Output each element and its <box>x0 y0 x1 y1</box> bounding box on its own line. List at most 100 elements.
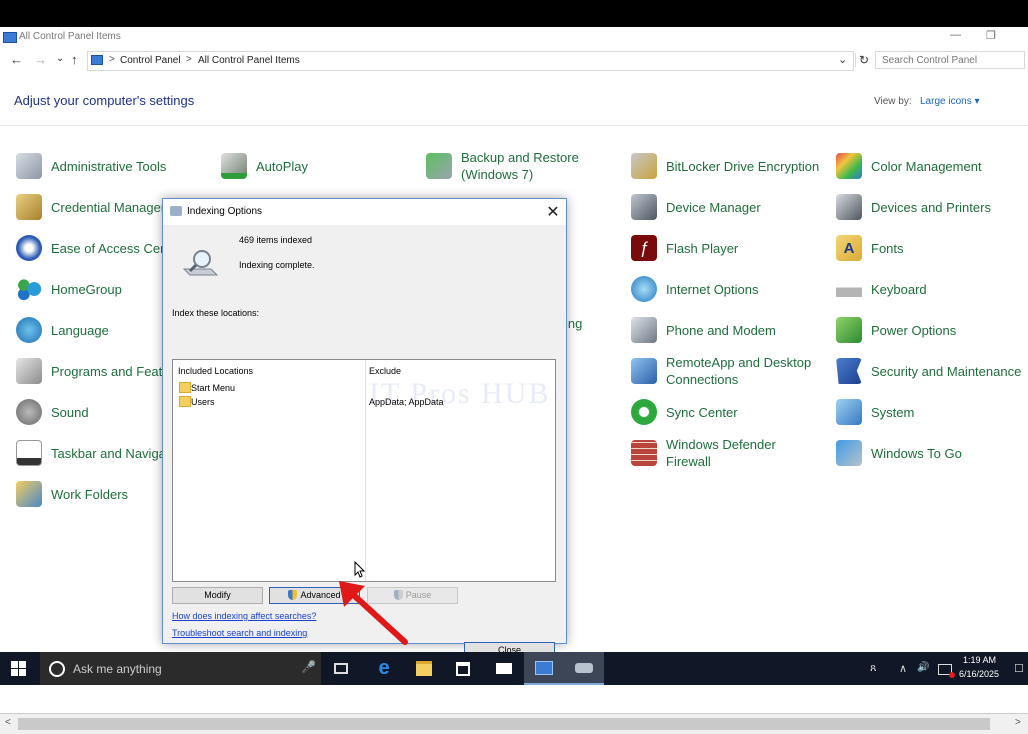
item-label: Flash Player <box>666 240 739 256</box>
item-security-maintenance[interactable]: Security and Maintenance <box>836 354 1021 388</box>
how-indexing-link[interactable]: How does indexing affect searches? <box>172 611 316 621</box>
volume-icon[interactable]: 🔊 <box>917 662 929 673</box>
breadcrumb-all-items[interactable]: All Control Panel Items <box>198 55 300 66</box>
microphone-icon[interactable]: 🎤 <box>301 660 316 674</box>
breadcrumb-control-panel[interactable]: Control Panel <box>120 55 181 66</box>
power-options-icon <box>836 317 862 343</box>
item-windows-to-go[interactable]: Windows To Go <box>836 436 962 470</box>
item-indexing-options-partial[interactable]: ing <box>565 315 582 332</box>
location-name[interactable]: Users <box>191 397 215 407</box>
device-manager-icon <box>631 194 657 220</box>
item-label: System <box>871 404 915 420</box>
modify-button[interactable]: Modify <box>172 587 263 604</box>
horizontal-scrollbar[interactable]: < > <box>0 713 1028 734</box>
red-arrow-annotation <box>339 581 408 645</box>
breadcrumb-separator: > <box>109 54 115 65</box>
restore-button[interactable]: ❐ <box>986 29 996 42</box>
view-by-dropdown[interactable]: Large icons ▾ <box>920 96 980 107</box>
edge-browser-icon[interactable]: e <box>364 652 404 685</box>
item-language[interactable]: Language <box>16 313 109 347</box>
item-sound[interactable]: Sound <box>16 395 89 429</box>
windows-start-icon[interactable] <box>11 661 27 677</box>
windows-to-go-icon <box>836 440 862 466</box>
item-flash-player[interactable]: ƒ Flash Player <box>631 231 738 265</box>
minimize-button[interactable]: — <box>950 29 961 41</box>
item-power-options[interactable]: Power Options <box>836 313 956 347</box>
control-panel-app-icon <box>3 32 17 43</box>
up-arrow-icon[interactable]: ↑ <box>71 52 78 67</box>
item-system[interactable]: System <box>836 395 914 429</box>
autoplay-icon <box>221 153 247 179</box>
item-label: Language <box>51 322 109 338</box>
mail-icon[interactable] <box>484 652 524 685</box>
fonts-icon: A <box>836 235 862 261</box>
action-center-icon[interactable]: ☐ <box>1014 662 1024 675</box>
homegroup-icon <box>16 276 42 302</box>
item-autoplay[interactable]: AutoPlay <box>221 149 308 183</box>
item-windows-defender[interactable]: Windows Defender Firewall <box>631 436 796 470</box>
refresh-icon[interactable]: ↻ <box>855 53 869 67</box>
item-credential-manager[interactable]: Credential Manager <box>16 190 165 224</box>
item-remoteapp[interactable]: RemoteApp and Desktop Connections <box>631 354 816 388</box>
item-label: Security and Maintenance <box>871 363 1022 379</box>
column-header-included[interactable]: Included Locations <box>178 366 253 376</box>
scroll-right-icon[interactable]: > <box>1015 717 1021 728</box>
clock-date[interactable]: 6/16/2025 <box>959 669 999 679</box>
item-label: AutoPlay <box>256 158 309 174</box>
chevron-down-icon: ▾ <box>974 96 980 107</box>
item-label: Backup and Restore (Windows 7) <box>461 150 579 182</box>
divider <box>0 125 1028 126</box>
locations-list[interactable]: Included Locations Exclude Start Menu Us… <box>172 359 556 582</box>
security-flag-icon <box>836 358 862 384</box>
item-label: Devices and Printers <box>871 199 991 215</box>
dialog-close-icon[interactable]: ✕ <box>544 202 562 221</box>
item-taskbar-navigation[interactable]: Taskbar and Naviga <box>16 436 166 470</box>
item-work-folders[interactable]: Work Folders <box>16 477 128 511</box>
tray-chevron-up-icon[interactable]: ∧ <box>899 662 907 675</box>
indexing-options-taskbar-icon[interactable] <box>564 652 604 685</box>
search-control-panel-input[interactable]: Search Control Panel <box>875 51 1025 69</box>
indexing-status: Indexing complete. <box>239 260 315 270</box>
task-view-icon[interactable] <box>321 652 361 685</box>
item-devices-printers[interactable]: Devices and Printers <box>836 190 991 224</box>
people-icon[interactable]: ጸ <box>870 662 876 675</box>
address-bar[interactable]: > Control Panel > All Control Panel Item… <box>87 51 869 71</box>
troubleshoot-link[interactable]: Troubleshoot search and indexing <box>172 628 307 638</box>
network-icon[interactable] <box>938 664 955 678</box>
item-color-management[interactable]: Color Management <box>836 149 982 183</box>
item-sync-center[interactable]: Sync Center <box>631 395 738 429</box>
system-computer-icon <box>836 399 862 425</box>
item-homegroup[interactable]: HomeGroup <box>16 272 122 306</box>
store-icon[interactable] <box>443 652 483 685</box>
scroll-left-icon[interactable]: < <box>5 717 11 728</box>
cortana-ring-icon <box>49 661 65 677</box>
item-phone-modem[interactable]: Phone and Modem <box>631 313 776 347</box>
back-arrow-icon[interactable]: ← <box>10 52 23 67</box>
location-name[interactable]: Start Menu <box>191 383 235 393</box>
item-backup-restore[interactable]: Backup and Restore (Windows 7) <box>426 149 586 183</box>
control-panel-icon <box>91 55 103 65</box>
forward-arrow-icon[interactable]: → <box>34 52 47 67</box>
item-bitlocker[interactable]: BitLocker Drive Encryption <box>631 149 819 183</box>
scrollbar-thumb[interactable] <box>18 718 990 730</box>
cortana-search-box[interactable]: Ask me anything 🎤 <box>40 652 321 685</box>
item-device-manager[interactable]: Device Manager <box>631 190 761 224</box>
column-header-exclude[interactable]: Exclude <box>369 366 401 376</box>
item-keyboard[interactable]: Keyboard <box>836 272 927 306</box>
item-ease-of-access[interactable]: Ease of Access Cent <box>16 231 171 265</box>
address-dropdown-icon[interactable]: ⌄ <box>838 53 847 66</box>
file-explorer-icon[interactable] <box>404 652 444 685</box>
programs-features-icon <box>16 358 42 384</box>
recent-locations-icon[interactable]: ⌄ <box>56 53 64 64</box>
work-folders-icon <box>16 481 42 507</box>
item-internet-options[interactable]: Internet Options <box>631 272 759 306</box>
flash-player-icon: ƒ <box>631 235 657 261</box>
item-administrative-tools[interactable]: Administrative Tools <box>16 149 166 183</box>
item-fonts[interactable]: A Fonts <box>836 231 904 265</box>
item-programs-features[interactable]: Programs and Featu <box>16 354 170 388</box>
item-label: Phone and Modem <box>666 322 776 338</box>
clock-time[interactable]: 1:19 AM <box>963 655 996 665</box>
item-label: Programs and Featu <box>51 363 170 379</box>
item-label: Taskbar and Naviga <box>51 445 166 461</box>
control-panel-taskbar-icon[interactable] <box>524 652 564 685</box>
